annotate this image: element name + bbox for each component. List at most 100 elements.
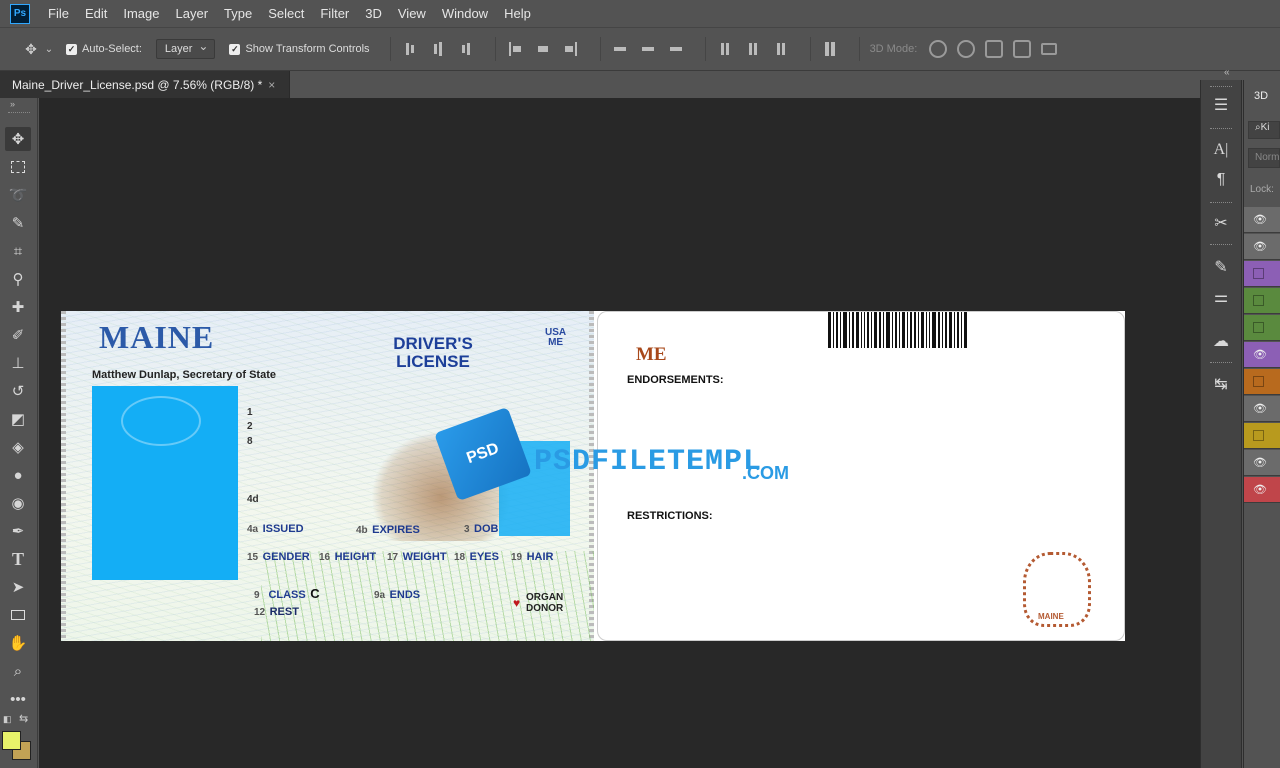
- close-icon[interactable]: ×: [268, 78, 275, 92]
- menu-3d[interactable]: 3D: [365, 6, 382, 21]
- menu-window[interactable]: Window: [442, 6, 488, 21]
- quick-selection-tool-icon[interactable]: ✎: [5, 211, 31, 235]
- brush-tool-icon[interactable]: ✐: [5, 323, 31, 347]
- align-horizontal-center-icon[interactable]: [534, 40, 552, 58]
- show-transform-checkbox[interactable]: ✓: [229, 43, 241, 55]
- clone-stamp-tool-icon[interactable]: ⊥: [5, 351, 31, 375]
- layer-row[interactable]: [1244, 369, 1280, 395]
- menu-image[interactable]: Image: [123, 6, 159, 21]
- layer-row[interactable]: 👁: [1244, 234, 1280, 260]
- type-tool-icon[interactable]: T: [5, 547, 31, 571]
- distribute-horizontal-center-icon[interactable]: [744, 40, 762, 58]
- move-tool-icon[interactable]: ✥: [20, 38, 42, 60]
- layer-row[interactable]: [1244, 315, 1280, 341]
- visibility-toggle[interactable]: [1253, 322, 1264, 333]
- align-top-icon[interactable]: [401, 40, 419, 58]
- tool-preset-chevron-down-icon[interactable]: ⌄: [42, 38, 56, 60]
- swap-colors-icon[interactable]: ⇆: [19, 712, 28, 725]
- brush-settings-icon[interactable]: ✎: [1204, 254, 1238, 280]
- menu-filter[interactable]: Filter: [320, 6, 349, 21]
- align-right-icon[interactable]: [562, 40, 580, 58]
- distribute-left-icon[interactable]: [716, 40, 734, 58]
- eye-icon[interactable]: 👁: [1253, 456, 1267, 469]
- panel-grip[interactable]: [1210, 86, 1232, 88]
- visibility-toggle[interactable]: [1253, 430, 1264, 441]
- panel-grip[interactable]: [1210, 128, 1232, 130]
- 3d-orbit-icon[interactable]: [929, 40, 948, 58]
- menu-help[interactable]: Help: [504, 6, 531, 21]
- panel-grip[interactable]: [1210, 244, 1232, 246]
- menu-layer[interactable]: Layer: [176, 6, 209, 21]
- collapse-dock-icon[interactable]: «: [1224, 67, 1230, 78]
- paragraph-icon[interactable]: ¶: [1204, 167, 1238, 193]
- blend-mode-dropdown[interactable]: Norm: [1248, 148, 1280, 168]
- path-selection-tool-icon[interactable]: ➤: [5, 575, 31, 599]
- libraries-icon[interactable]: ☁: [1204, 328, 1238, 354]
- visibility-toggle[interactable]: [1253, 295, 1264, 306]
- pen-tool-icon[interactable]: ✒: [5, 519, 31, 543]
- visibility-toggle[interactable]: [1253, 376, 1264, 387]
- auto-align-layers-icon[interactable]: [821, 40, 839, 58]
- align-bottom-icon[interactable]: [457, 40, 475, 58]
- menu-edit[interactable]: Edit: [85, 6, 107, 21]
- 3d-roll-icon[interactable]: [957, 40, 976, 58]
- visibility-toggle[interactable]: [1253, 268, 1264, 279]
- distribute-vertical-center-icon[interactable]: [639, 40, 657, 58]
- blur-tool-icon[interactable]: ●: [5, 463, 31, 487]
- 3d-scale-camera-icon[interactable]: [1041, 43, 1058, 55]
- layer-row[interactable]: [1244, 288, 1280, 314]
- distribute-right-icon[interactable]: [772, 40, 790, 58]
- menu-view[interactable]: View: [398, 6, 426, 21]
- healing-brush-tool-icon[interactable]: ✚: [5, 295, 31, 319]
- layer-row[interactable]: 👁: [1244, 207, 1280, 233]
- eye-icon[interactable]: 👁: [1253, 213, 1267, 226]
- marquee-tool-icon[interactable]: [5, 155, 31, 179]
- hand-tool-icon[interactable]: ✋: [5, 631, 31, 655]
- 3d-slide-icon[interactable]: [1013, 40, 1032, 58]
- 3d-pan-icon[interactable]: [985, 40, 1004, 58]
- layer-row[interactable]: 👁: [1244, 450, 1280, 476]
- align-left-icon[interactable]: [506, 40, 524, 58]
- history-brush-tool-icon[interactable]: ↺: [5, 379, 31, 403]
- distribute-bottom-icon[interactable]: [667, 40, 685, 58]
- tab-3d[interactable]: 3D: [1244, 82, 1280, 108]
- actions-icon[interactable]: ↹: [1204, 371, 1238, 397]
- rectangle-tool-icon[interactable]: [5, 603, 31, 627]
- properties-icon[interactable]: ☰: [1204, 92, 1238, 118]
- align-vertical-center-icon[interactable]: [429, 40, 447, 58]
- eyedropper-tool-icon[interactable]: ⚲: [5, 267, 31, 291]
- tool-presets-icon[interactable]: ✂: [1204, 210, 1238, 236]
- foreground-color-swatch[interactable]: [2, 731, 21, 750]
- lasso-tool-icon[interactable]: ➰: [5, 183, 31, 207]
- document-tab[interactable]: Maine_Driver_License.psd @ 7.56% (RGB/8)…: [0, 71, 290, 98]
- character-icon[interactable]: A|: [1204, 137, 1238, 163]
- default-colors-icon[interactable]: ◧: [3, 714, 12, 725]
- menu-select[interactable]: Select: [268, 6, 304, 21]
- crop-tool-icon[interactable]: ⌗: [5, 239, 31, 263]
- eye-icon[interactable]: 👁: [1253, 240, 1267, 253]
- layer-filter-input[interactable]: ⌕Ki: [1248, 121, 1280, 139]
- panel-grip[interactable]: [8, 112, 30, 114]
- menu-type[interactable]: Type: [224, 6, 252, 21]
- dodge-tool-icon[interactable]: ◉: [5, 491, 31, 515]
- zoom-tool-icon[interactable]: ⌕: [5, 659, 31, 683]
- layer-row[interactable]: 👁: [1244, 396, 1280, 422]
- move-tool-icon[interactable]: ✥: [5, 127, 31, 151]
- panel-grip[interactable]: [1210, 362, 1232, 364]
- layer-row[interactable]: [1244, 261, 1280, 287]
- auto-select-checkbox[interactable]: ✓: [66, 43, 77, 55]
- layer-row[interactable]: 👁: [1244, 342, 1280, 368]
- layer-row[interactable]: 👁: [1244, 477, 1280, 503]
- adjustments-icon[interactable]: ⚌: [1204, 284, 1238, 310]
- layer-row[interactable]: [1244, 423, 1280, 449]
- more-tools-icon[interactable]: •••: [5, 687, 31, 711]
- distribute-top-icon[interactable]: [611, 40, 629, 58]
- eye-icon[interactable]: 👁: [1253, 348, 1267, 361]
- auto-select-target-dropdown[interactable]: Layer: [155, 39, 216, 59]
- collapse-panel-icon[interactable]: »: [10, 99, 15, 109]
- eraser-tool-icon[interactable]: ◩: [5, 407, 31, 431]
- menu-file[interactable]: File: [48, 6, 69, 21]
- paint-bucket-tool-icon[interactable]: ◈: [5, 435, 31, 459]
- eye-icon[interactable]: 👁: [1253, 483, 1267, 496]
- panel-grip[interactable]: [1210, 202, 1232, 204]
